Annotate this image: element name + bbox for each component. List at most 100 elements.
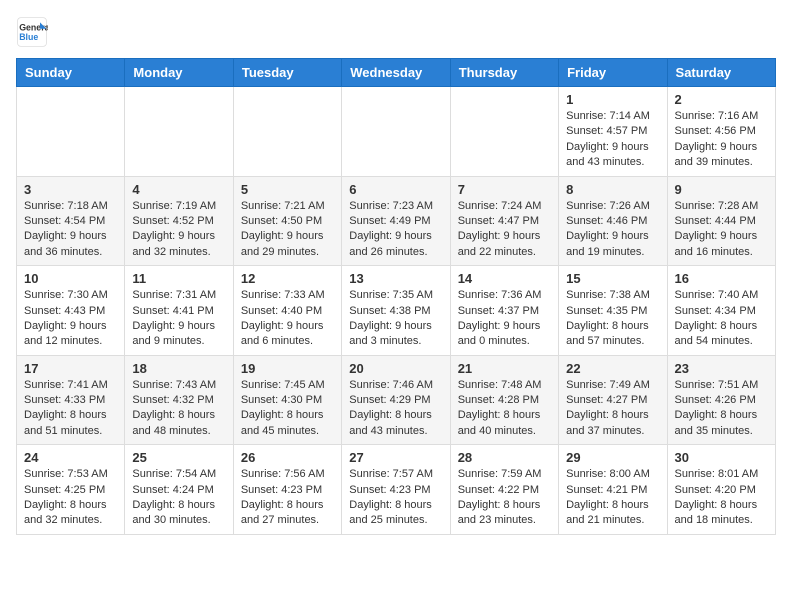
column-header-friday: Friday [559,59,667,87]
day-number: 21 [458,361,551,376]
calendar-week-row: 17 Sunrise: 7:41 AM Sunset: 4:33 PM Dayli… [17,355,776,445]
day-number: 15 [566,271,659,286]
day-info: Sunrise: 7:46 AM Sunset: 4:29 PM Dayligh… [349,378,442,440]
calendar-week-row: 1Sunrise: 7:14 AM Sunset: 4:57 PM Daylig… [17,87,776,177]
day-info: Sunrise: 8:01 AM Sunset: 4:20 PM Dayligh… [675,467,768,529]
day-number: 13 [349,271,442,286]
day-info: Sunrise: 7:33 AM Sunset: 4:40 PM Dayligh… [241,288,334,350]
calendar-cell [450,87,558,177]
calendar-week-row: 24 Sunrise: 7:53 AM Sunset: 4:25 PM Dayli… [17,445,776,535]
calendar-cell [342,87,450,177]
calendar-cell: 23 Sunrise: 7:51 AM Sunset: 4:26 PM Dayli… [667,355,775,445]
day-number: 12 [241,271,334,286]
calendar-cell: 27 Sunrise: 7:57 AM Sunset: 4:23 PM Dayli… [342,445,450,535]
day-info: Sunrise: 7:18 AM Sunset: 4:54 PM Dayligh… [24,199,117,261]
column-header-saturday: Saturday [667,59,775,87]
calendar-cell: 20 Sunrise: 7:46 AM Sunset: 4:29 PM Dayli… [342,355,450,445]
page-header: General Blue [16,16,776,48]
day-number: 2 [675,92,768,107]
day-info: Sunrise: 7:21 AM Sunset: 4:50 PM Dayligh… [241,199,334,261]
calendar-week-row: 3 Sunrise: 7:18 AM Sunset: 4:54 PM Daylig… [17,176,776,266]
day-number: 4 [132,182,225,197]
column-header-thursday: Thursday [450,59,558,87]
day-number: 24 [24,450,117,465]
calendar-cell: 28 Sunrise: 7:59 AM Sunset: 4:22 PM Dayli… [450,445,558,535]
calendar-cell: 6Sunrise: 7:23 AM Sunset: 4:49 PM Daylig… [342,176,450,266]
calendar-cell: 15 Sunrise: 7:38 AM Sunset: 4:35 PM Dayli… [559,266,667,356]
day-info: Sunrise: 7:38 AM Sunset: 4:35 PM Dayligh… [566,288,659,350]
day-info: Sunrise: 7:16 AM Sunset: 4:56 PM Dayligh… [675,109,768,171]
day-info: Sunrise: 7:43 AM Sunset: 4:32 PM Dayligh… [132,378,225,440]
day-info: Sunrise: 7:54 AM Sunset: 4:24 PM Dayligh… [132,467,225,529]
day-info: Sunrise: 7:36 AM Sunset: 4:37 PM Dayligh… [458,288,551,350]
calendar-cell: 14 Sunrise: 7:36 AM Sunset: 4:37 PM Dayli… [450,266,558,356]
day-info: Sunrise: 7:28 AM Sunset: 4:44 PM Dayligh… [675,199,768,261]
calendar-cell: 10Sunrise: 7:30 AM Sunset: 4:43 PM Dayli… [17,266,125,356]
calendar-cell: 16 Sunrise: 7:40 AM Sunset: 4:34 PM Dayli… [667,266,775,356]
calendar-cell: 21Sunrise: 7:48 AM Sunset: 4:28 PM Dayli… [450,355,558,445]
day-info: Sunrise: 7:49 AM Sunset: 4:27 PM Dayligh… [566,378,659,440]
calendar-cell: 5 Sunrise: 7:21 AM Sunset: 4:50 PM Daylig… [233,176,341,266]
day-number: 1 [566,92,659,107]
day-number: 28 [458,450,551,465]
day-info: Sunrise: 7:19 AM Sunset: 4:52 PM Dayligh… [132,199,225,261]
calendar-cell: 9 Sunrise: 7:28 AM Sunset: 4:44 PM Daylig… [667,176,775,266]
day-number: 3 [24,182,117,197]
calendar-cell: 22 Sunrise: 7:49 AM Sunset: 4:27 PM Dayli… [559,355,667,445]
calendar-cell: 30 Sunrise: 8:01 AM Sunset: 4:20 PM Dayli… [667,445,775,535]
calendar-week-row: 10Sunrise: 7:30 AM Sunset: 4:43 PM Dayli… [17,266,776,356]
day-info: Sunrise: 7:57 AM Sunset: 4:23 PM Dayligh… [349,467,442,529]
day-number: 25 [132,450,225,465]
day-info: Sunrise: 7:59 AM Sunset: 4:22 PM Dayligh… [458,467,551,529]
calendar-cell [233,87,341,177]
day-number: 29 [566,450,659,465]
day-number: 10 [24,271,117,286]
svg-text:Blue: Blue [19,32,38,42]
day-info: Sunrise: 7:35 AM Sunset: 4:38 PM Dayligh… [349,288,442,350]
calendar-cell: 4 Sunrise: 7:19 AM Sunset: 4:52 PM Daylig… [125,176,233,266]
day-number: 16 [675,271,768,286]
calendar-header-row: SundayMondayTuesdayWednesdayThursdayFrid… [17,59,776,87]
day-number: 6 [349,182,442,197]
calendar-cell: 12 Sunrise: 7:33 AM Sunset: 4:40 PM Dayli… [233,266,341,356]
calendar-cell: 3 Sunrise: 7:18 AM Sunset: 4:54 PM Daylig… [17,176,125,266]
day-info: Sunrise: 7:45 AM Sunset: 4:30 PM Dayligh… [241,378,334,440]
day-number: 17 [24,361,117,376]
calendar-cell [17,87,125,177]
column-header-sunday: Sunday [17,59,125,87]
column-header-monday: Monday [125,59,233,87]
calendar-cell [125,87,233,177]
calendar-cell: 17 Sunrise: 7:41 AM Sunset: 4:33 PM Dayli… [17,355,125,445]
calendar-cell: 29 Sunrise: 8:00 AM Sunset: 4:21 PM Dayli… [559,445,667,535]
day-number: 23 [675,361,768,376]
day-info: Sunrise: 7:51 AM Sunset: 4:26 PM Dayligh… [675,378,768,440]
column-header-tuesday: Tuesday [233,59,341,87]
day-number: 7 [458,182,551,197]
calendar-cell: 24 Sunrise: 7:53 AM Sunset: 4:25 PM Dayli… [17,445,125,535]
day-number: 30 [675,450,768,465]
day-info: Sunrise: 7:53 AM Sunset: 4:25 PM Dayligh… [24,467,117,529]
column-header-wednesday: Wednesday [342,59,450,87]
day-number: 27 [349,450,442,465]
day-number: 11 [132,271,225,286]
day-info: Sunrise: 7:41 AM Sunset: 4:33 PM Dayligh… [24,378,117,440]
calendar-cell: 26Sunrise: 7:56 AM Sunset: 4:23 PM Dayli… [233,445,341,535]
calendar-cell: 7 Sunrise: 7:24 AM Sunset: 4:47 PM Daylig… [450,176,558,266]
day-number: 18 [132,361,225,376]
day-info: Sunrise: 7:26 AM Sunset: 4:46 PM Dayligh… [566,199,659,261]
day-info: Sunrise: 7:31 AM Sunset: 4:41 PM Dayligh… [132,288,225,350]
day-number: 8 [566,182,659,197]
day-number: 9 [675,182,768,197]
day-info: Sunrise: 7:40 AM Sunset: 4:34 PM Dayligh… [675,288,768,350]
calendar-cell: 18 Sunrise: 7:43 AM Sunset: 4:32 PM Dayli… [125,355,233,445]
day-info: Sunrise: 7:24 AM Sunset: 4:47 PM Dayligh… [458,199,551,261]
day-number: 22 [566,361,659,376]
day-info: Sunrise: 8:00 AM Sunset: 4:21 PM Dayligh… [566,467,659,529]
day-number: 20 [349,361,442,376]
calendar-cell: 19 Sunrise: 7:45 AM Sunset: 4:30 PM Dayli… [233,355,341,445]
day-number: 14 [458,271,551,286]
calendar-cell: 1Sunrise: 7:14 AM Sunset: 4:57 PM Daylig… [559,87,667,177]
calendar-cell: 2 Sunrise: 7:16 AM Sunset: 4:56 PM Daylig… [667,87,775,177]
day-number: 19 [241,361,334,376]
day-number: 5 [241,182,334,197]
